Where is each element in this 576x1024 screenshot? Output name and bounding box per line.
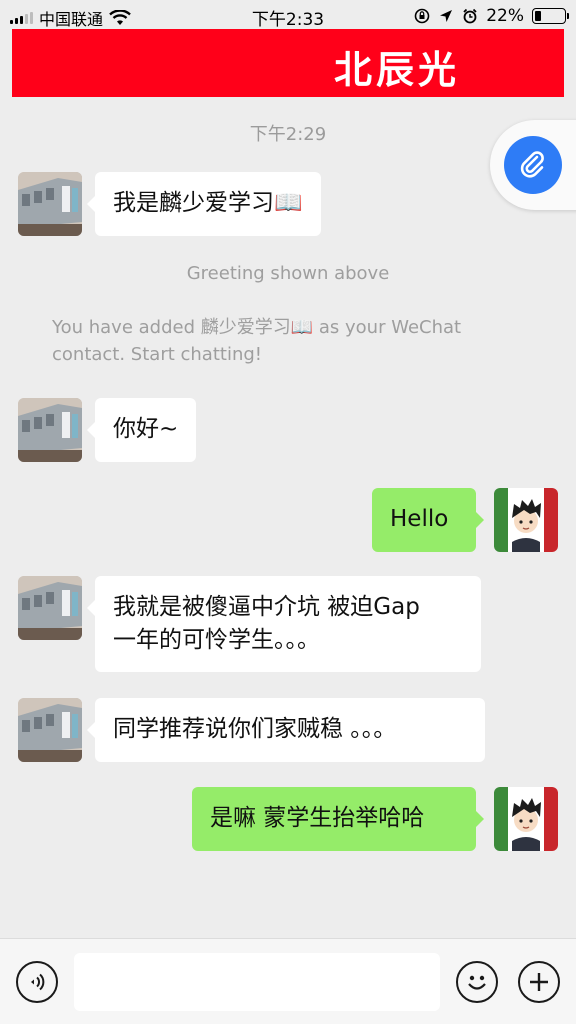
plus-icon[interactable]	[518, 961, 560, 1003]
message-outgoing[interactable]: Hello	[372, 488, 484, 552]
message-incoming[interactable]: 同学推荐说你们家贼稳 。。。	[87, 698, 485, 762]
battery-percent: 22%	[486, 6, 524, 26]
contact-avatar[interactable]	[18, 398, 82, 462]
header-banner: 北辰光	[12, 29, 564, 97]
emoji-icon[interactable]	[456, 961, 498, 1003]
contact-avatar[interactable]	[18, 576, 82, 640]
added-note-line: contact. Start chatting!	[52, 344, 262, 365]
message-incoming[interactable]: 我是麟少爱学习📖	[87, 172, 321, 236]
contact-avatar[interactable]	[18, 172, 82, 236]
status-right: 22%	[414, 6, 569, 26]
my-avatar[interactable]	[494, 787, 558, 851]
added-note-line: You have added 麟少爱学习📖 as your WeChat	[52, 317, 462, 338]
message-text-line: 我就是被傻逼中介坑 被迫Gap	[113, 594, 420, 620]
message-text: 同学推荐说你们家贼稳 。。。	[113, 716, 397, 742]
battery-icon	[532, 8, 569, 24]
alarm-icon	[463, 8, 477, 24]
message-text-line: 一年的可怜学生。。。	[113, 627, 320, 653]
message-incoming[interactable]: 我就是被傻逼中介坑 被迫Gap 一年的可怜学生。。。	[87, 576, 481, 672]
status-bar: 中国联通 下午2:33 22%	[0, 0, 576, 32]
location-icon	[440, 10, 453, 22]
message-input[interactable]	[74, 953, 440, 1011]
greeting-note: Greeting shown above	[186, 263, 390, 284]
rotation-lock-icon	[414, 8, 430, 24]
my-avatar[interactable]	[494, 488, 558, 552]
message-incoming[interactable]: 你好~	[86, 398, 197, 462]
chat-timestamp: 下午2:29	[249, 124, 327, 145]
message-text: 你好~	[113, 416, 179, 442]
added-contact-note: You have added 麟少爱学习📖 as your WeChat con…	[52, 314, 542, 368]
banner-title: 北辰光	[334, 47, 461, 92]
message-text: 我是麟少爱学习📖	[113, 190, 303, 216]
message-text: Hello	[390, 506, 449, 532]
message-text: 是嘛 蒙学生抬举哈哈	[210, 805, 425, 831]
contact-avatar[interactable]	[18, 698, 82, 762]
voice-icon[interactable]	[16, 961, 58, 1003]
input-bar	[0, 938, 576, 1024]
message-outgoing[interactable]: 是嘛 蒙学生抬举哈哈	[192, 787, 484, 851]
